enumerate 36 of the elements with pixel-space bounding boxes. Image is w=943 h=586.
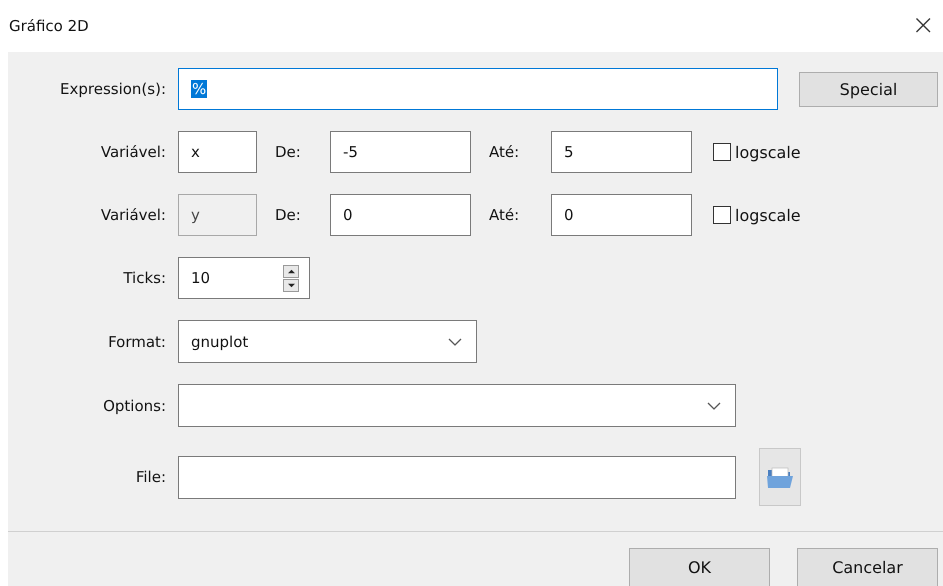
- options-dropdown[interactable]: [178, 384, 736, 427]
- field-label: File:: [134, 468, 167, 486]
- field-label: Variável:: [100, 143, 167, 161]
- browse-button[interactable]: [759, 448, 801, 506]
- chevron-icon: [707, 402, 721, 410]
- checkbox-label: logscale: [735, 206, 801, 224]
- format-dropdown[interactable]: gnuplot: [178, 320, 477, 363]
- field-label: Options:: [102, 396, 167, 414]
- to-field[interactable]: 5: [551, 131, 692, 173]
- field-label: Expression(s):: [59, 80, 167, 98]
- field-label: Até:: [488, 143, 520, 161]
- field-label: Format:: [107, 332, 167, 350]
- expression-field[interactable]: %: [178, 68, 778, 110]
- close-button[interactable]: ×: [912, 8, 943, 44]
- cancel-button[interactable]: Cancelar: [797, 548, 938, 586]
- spin-down-button[interactable]: [283, 278, 299, 292]
- folder-icon: [766, 465, 794, 489]
- field-label: Variável:: [100, 206, 167, 224]
- window-title: Gráfico 2D: [9, 17, 89, 35]
- variable-field: y: [178, 194, 257, 236]
- file-field[interactable]: [178, 456, 736, 498]
- variable-field[interactable]: x: [178, 131, 257, 173]
- spin-up-button[interactable]: [283, 264, 299, 278]
- checkbox-label: logscale: [735, 142, 801, 162]
- field-label: De:: [274, 143, 302, 161]
- special-button[interactable]: Special: [799, 72, 938, 106]
- ok-button[interactable]: OK: [629, 548, 770, 586]
- chevron-icon: [448, 338, 462, 346]
- triangle-up-icon: [286, 268, 296, 274]
- from-field[interactable]: -5: [330, 131, 471, 173]
- field-label: Até:: [488, 206, 520, 224]
- field-label: De:: [274, 206, 302, 224]
- field-label: Ticks:: [122, 269, 167, 287]
- ticks-spinbox[interactable]: 10: [178, 257, 310, 299]
- checkbox[interactable]: [713, 143, 731, 161]
- triangle-down-icon: [286, 282, 296, 288]
